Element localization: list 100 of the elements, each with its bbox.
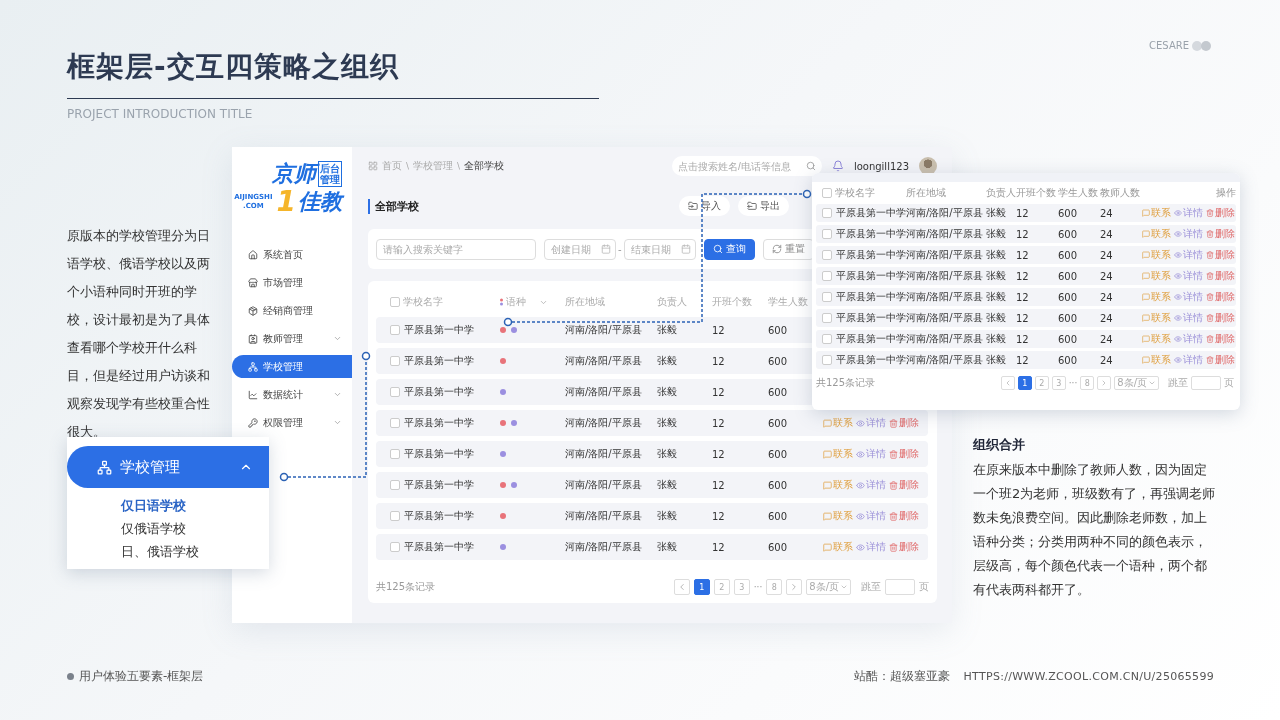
menu-header[interactable]: 学校管理 bbox=[67, 446, 269, 488]
contact-link[interactable]: 联系 bbox=[823, 416, 853, 430]
checkbox[interactable] bbox=[390, 356, 400, 366]
detail-link[interactable]: 详情 bbox=[856, 478, 886, 492]
eye-icon bbox=[1174, 293, 1182, 301]
contact-link[interactable]: 联系 bbox=[823, 540, 853, 554]
contact-link[interactable]: 联系 bbox=[1142, 332, 1171, 346]
page-button[interactable]: 8 bbox=[766, 579, 783, 595]
contact-link[interactable]: 联系 bbox=[1142, 311, 1171, 325]
checkbox[interactable] bbox=[822, 208, 832, 218]
delete-link[interactable]: 删除 bbox=[1206, 290, 1235, 304]
delete-link[interactable]: 删除 bbox=[1206, 311, 1235, 325]
export-button[interactable]: 导出 bbox=[738, 196, 789, 216]
contact-link[interactable]: 联系 bbox=[823, 478, 853, 492]
detail-link[interactable]: 详情 bbox=[1174, 290, 1203, 304]
end-date-field[interactable]: 结束日期 bbox=[623, 238, 696, 260]
contact-link[interactable]: 联系 bbox=[823, 447, 853, 461]
detail-link[interactable]: 详情 bbox=[1174, 353, 1203, 367]
nav-item[interactable]: 教师管理 bbox=[232, 327, 352, 350]
contact-link[interactable]: 联系 bbox=[1142, 353, 1171, 367]
detail-link[interactable]: 详情 bbox=[1174, 206, 1203, 220]
checkbox[interactable] bbox=[390, 387, 400, 397]
checkbox[interactable] bbox=[390, 325, 400, 335]
delete-link[interactable]: 删除 bbox=[889, 540, 919, 554]
delete-link[interactable]: 删除 bbox=[1206, 206, 1235, 220]
breadcrumb-link[interactable]: 学校管理 bbox=[413, 159, 454, 173]
detail-link[interactable]: 详情 bbox=[1174, 227, 1203, 241]
contact-link[interactable]: 联系 bbox=[1142, 269, 1171, 283]
next-page-button[interactable] bbox=[1097, 376, 1112, 390]
contact-link[interactable]: 联系 bbox=[1142, 227, 1171, 241]
prev-page-button[interactable] bbox=[673, 579, 690, 595]
delete-link[interactable]: 删除 bbox=[889, 416, 919, 430]
nav-item[interactable]: 数据统计 bbox=[232, 383, 352, 406]
checkbox[interactable] bbox=[390, 480, 400, 490]
delete-link[interactable]: 删除 bbox=[889, 447, 919, 461]
search-icon[interactable] bbox=[805, 161, 816, 171]
next-page-button[interactable] bbox=[786, 579, 803, 595]
page-size-select[interactable]: 8条/页 bbox=[806, 579, 851, 595]
detail-link[interactable]: 详情 bbox=[1174, 269, 1203, 283]
checkbox[interactable] bbox=[822, 271, 832, 281]
page-button[interactable]: 3 bbox=[1051, 376, 1066, 390]
delete-link[interactable]: 删除 bbox=[1206, 227, 1235, 241]
prev-page-button[interactable] bbox=[1000, 376, 1015, 390]
keyword-field[interactable]: 请输入搜索关键字 bbox=[376, 238, 536, 260]
checkbox[interactable] bbox=[390, 511, 400, 521]
delete-link[interactable]: 删除 bbox=[1206, 332, 1235, 346]
checkbox[interactable] bbox=[822, 334, 832, 344]
contact-link[interactable]: 联系 bbox=[1142, 248, 1171, 262]
nav-item[interactable]: 经销商管理 bbox=[232, 299, 352, 322]
checkbox[interactable] bbox=[822, 313, 832, 323]
checkbox[interactable] bbox=[390, 297, 400, 307]
start-date-field[interactable]: 创建日期 bbox=[544, 238, 616, 260]
detail-link[interactable]: 详情 bbox=[856, 509, 886, 523]
contact-link[interactable]: 联系 bbox=[1142, 290, 1171, 304]
detail-link[interactable]: 详情 bbox=[1174, 248, 1203, 262]
contact-link[interactable]: 联系 bbox=[1142, 206, 1171, 220]
import-button[interactable]: 导入 bbox=[679, 196, 730, 216]
delete-link[interactable]: 删除 bbox=[1206, 248, 1235, 262]
checkbox[interactable] bbox=[822, 250, 832, 260]
detail-link[interactable]: 详情 bbox=[1174, 311, 1203, 325]
breadcrumb-link[interactable]: 首页 bbox=[382, 159, 402, 173]
page-input[interactable] bbox=[1191, 376, 1221, 390]
page-button[interactable]: 2 bbox=[1034, 376, 1049, 390]
detail-link[interactable]: 详情 bbox=[1174, 332, 1203, 346]
page-button[interactable]: 1 bbox=[1017, 376, 1032, 390]
detail-link[interactable]: 详情 bbox=[856, 540, 886, 554]
checkbox[interactable] bbox=[390, 418, 400, 428]
page-button[interactable]: 1 bbox=[693, 579, 710, 595]
student-count: 600 bbox=[768, 417, 789, 429]
nav-item[interactable]: 系统首页 bbox=[232, 243, 352, 266]
submenu-item[interactable]: 仅日语学校 bbox=[121, 494, 269, 517]
checkbox[interactable] bbox=[822, 229, 832, 239]
slide-subtitle: PROJECT INTRODUCTION TITLE bbox=[67, 107, 254, 121]
page-button[interactable]: 2 bbox=[713, 579, 730, 595]
checkbox[interactable] bbox=[822, 188, 832, 198]
delete-link[interactable]: 删除 bbox=[889, 509, 919, 523]
delete-link[interactable]: 删除 bbox=[1206, 269, 1235, 283]
nav-item[interactable]: 市场管理 bbox=[232, 271, 352, 294]
delete-link[interactable]: 删除 bbox=[889, 478, 919, 492]
search-field[interactable]: 点击搜索姓名/电话等信息 bbox=[671, 156, 822, 176]
page-input[interactable] bbox=[885, 579, 915, 595]
checkbox[interactable] bbox=[822, 292, 832, 302]
detail-link[interactable]: 详情 bbox=[856, 416, 886, 430]
checkbox[interactable] bbox=[822, 355, 832, 365]
reset-button[interactable]: 重置 bbox=[762, 238, 814, 260]
checkbox[interactable] bbox=[390, 542, 400, 552]
breadcrumb-link[interactable]: 全部学校 bbox=[464, 159, 505, 173]
detail-link[interactable]: 详情 bbox=[856, 447, 886, 461]
submenu-item[interactable]: 日、俄语学校 bbox=[121, 540, 269, 563]
page-size-select[interactable]: 8条/页 bbox=[1114, 376, 1159, 390]
checkbox[interactable] bbox=[390, 449, 400, 459]
submenu-item[interactable]: 仅俄语学校 bbox=[121, 517, 269, 540]
page-button[interactable]: 8 bbox=[1080, 376, 1095, 390]
bell-icon[interactable] bbox=[831, 160, 844, 172]
delete-link[interactable]: 删除 bbox=[1206, 353, 1235, 367]
search-button[interactable]: 查询 bbox=[703, 238, 755, 260]
nav-item[interactable]: 学校管理 bbox=[232, 355, 352, 378]
contact-link[interactable]: 联系 bbox=[823, 509, 853, 523]
page-button[interactable]: 3 bbox=[733, 579, 750, 595]
nav-item[interactable]: 权限管理 bbox=[232, 411, 352, 434]
